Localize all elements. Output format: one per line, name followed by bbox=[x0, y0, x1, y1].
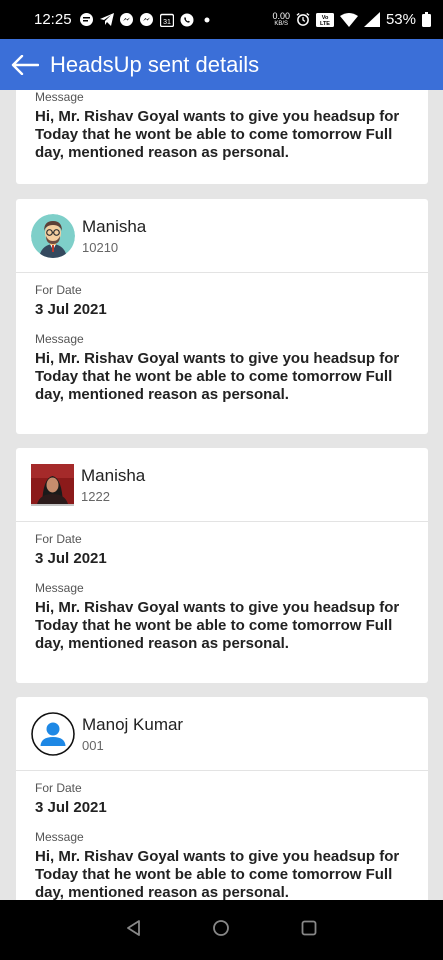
back-button[interactable] bbox=[0, 39, 50, 90]
signal-icon bbox=[363, 12, 380, 27]
for-date-value: 3 Jul 2021 bbox=[35, 550, 107, 567]
page-title: HeadsUp sent details bbox=[50, 51, 260, 77]
battery-percent: 53% bbox=[385, 11, 416, 28]
svg-text:LTE: LTE bbox=[320, 21, 330, 27]
recipient-id: 1222 bbox=[81, 488, 110, 504]
for-date-label: For Date bbox=[35, 283, 82, 297]
for-date-value: 3 Jul 2021 bbox=[35, 301, 107, 318]
for-date-label: For Date bbox=[35, 532, 82, 546]
data-speed-unit: KB/S bbox=[274, 20, 289, 27]
recipient-header: Manoj Kumar 001 bbox=[16, 697, 428, 771]
recents-nav-button[interactable] bbox=[300, 919, 318, 942]
recipient-info: Manoj Kumar 001 bbox=[82, 715, 183, 753]
square-recents-icon bbox=[301, 920, 317, 935]
message-label: Message bbox=[35, 830, 84, 844]
headsup-list[interactable]: Message Hi, Mr. Rishav Goyal wants to gi… bbox=[0, 90, 443, 900]
message-label: Message bbox=[35, 332, 84, 346]
messenger-icon-2 bbox=[140, 13, 154, 27]
recipient-name: Manoj Kumar bbox=[82, 714, 184, 734]
message-text: Hi, Mr. Rishav Goyal wants to give you h… bbox=[35, 599, 400, 652]
status-bar: 12:25 31 0.00 KB/S Vo LTE 53% bbox=[0, 0, 443, 39]
system-nav-bar bbox=[0, 900, 443, 960]
recipient-name: Manisha bbox=[82, 216, 147, 236]
dot-icon bbox=[200, 13, 214, 27]
recipient-info: Manisha 1222 bbox=[81, 466, 145, 504]
triangle-back-icon bbox=[126, 919, 140, 936]
recipient-id: 10210 bbox=[82, 239, 119, 255]
svg-text:31: 31 bbox=[163, 19, 171, 26]
status-time: 12:25 bbox=[34, 11, 72, 28]
battery-icon bbox=[422, 12, 431, 27]
messenger-icon bbox=[120, 13, 134, 27]
recipient-id: 001 bbox=[82, 737, 104, 753]
headsup-card: Manoj Kumar 001 For Date 3 Jul 2021 Mess… bbox=[16, 697, 428, 900]
message-text: Hi, Mr. Rishav Goyal wants to give you h… bbox=[35, 350, 400, 403]
photo-avatar bbox=[31, 463, 74, 506]
status-right: 0.00 KB/S Vo LTE 53% bbox=[272, 11, 431, 28]
telegram-icon bbox=[99, 13, 114, 27]
headsup-card: Manisha 10210 For Date 3 Jul 2021 Messag… bbox=[16, 199, 428, 434]
message-label: Message bbox=[35, 90, 84, 104]
recipient-header: Manisha 10210 bbox=[16, 199, 428, 273]
cartoon-man-avatar bbox=[31, 213, 75, 258]
default-person-avatar bbox=[31, 711, 75, 756]
home-nav-button[interactable] bbox=[212, 919, 230, 942]
alarm-icon bbox=[296, 12, 310, 27]
recipient-info: Manisha 10210 bbox=[82, 217, 146, 255]
circle-home-icon bbox=[213, 919, 230, 936]
notification-icons: 31 bbox=[80, 13, 214, 27]
wifi-icon bbox=[339, 12, 358, 27]
message-text: Hi, Mr. Rishav Goyal wants to give you h… bbox=[35, 108, 400, 161]
for-date-label: For Date bbox=[35, 781, 82, 795]
headsup-card: Message Hi, Mr. Rishav Goyal wants to gi… bbox=[16, 90, 428, 184]
app-bar: HeadsUp sent details bbox=[0, 39, 443, 90]
headsup-card: Manisha 1222 For Date 3 Jul 2021 Message… bbox=[16, 448, 428, 683]
back-nav-button[interactable] bbox=[125, 919, 143, 942]
recipient-name: Manisha bbox=[81, 465, 146, 485]
volte-icon: Vo LTE bbox=[315, 12, 334, 27]
data-speed-value: 0.00 bbox=[272, 10, 290, 21]
message-label: Message bbox=[35, 581, 84, 595]
calendar-icon: 31 bbox=[159, 13, 174, 27]
for-date-value: 3 Jul 2021 bbox=[35, 799, 107, 816]
recipient-header: Manisha 1222 bbox=[16, 448, 428, 522]
message-text: Hi, Mr. Rishav Goyal wants to give you h… bbox=[35, 848, 400, 900]
data-speed: 0.00 KB/S bbox=[272, 10, 290, 28]
arrow-left-icon bbox=[11, 54, 39, 75]
whatsapp-icon bbox=[180, 13, 194, 27]
messaging-icon bbox=[80, 13, 94, 27]
